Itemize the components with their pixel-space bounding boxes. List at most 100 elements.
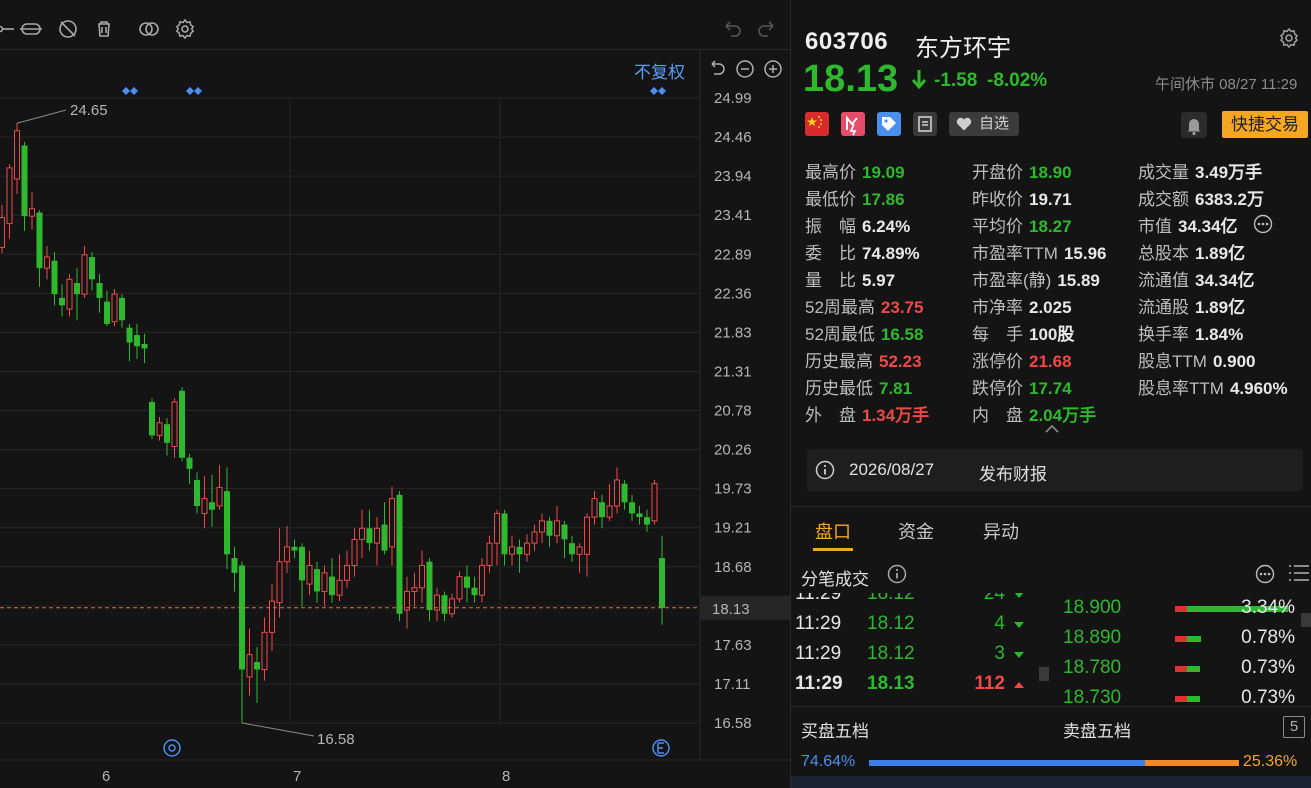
stat-item: 市净率 2.025 bbox=[972, 293, 1072, 318]
candle-body bbox=[494, 512, 500, 544]
stat-label: 振 幅 bbox=[805, 217, 856, 236]
stock-code: 603706 bbox=[805, 28, 889, 55]
candle-body bbox=[404, 590, 410, 611]
candle-body bbox=[59, 297, 65, 306]
zoom-in-icon[interactable] bbox=[762, 58, 784, 80]
depth-bar bbox=[1175, 636, 1202, 642]
tick-time: 11:29 bbox=[795, 643, 842, 664]
ticks-viewport[interactable]: 11:29 18.12 24 11:29 18.12 4 11:29 18.12 3 11:29 1… bbox=[791, 593, 1311, 705]
tab-capital[interactable]: 资金 bbox=[898, 518, 934, 544]
candle-body bbox=[486, 542, 493, 566]
candle-body bbox=[314, 569, 320, 592]
candle-body bbox=[51, 260, 58, 295]
stat-value: 1.89亿 bbox=[1195, 298, 1246, 317]
candle-body bbox=[344, 564, 350, 581]
ask-ratio: 25.36% bbox=[1243, 753, 1298, 770]
candle-body bbox=[6, 167, 13, 225]
tab-order-book[interactable]: 盘口 bbox=[815, 518, 851, 544]
candle-body bbox=[89, 257, 95, 280]
info-icon[interactable] bbox=[887, 564, 907, 584]
tag-icon[interactable] bbox=[877, 112, 901, 136]
candle-body bbox=[456, 576, 463, 600]
candle-body bbox=[179, 390, 185, 458]
tick-row: 11:29 18.12 24 bbox=[791, 593, 1051, 613]
zoom-out-icon[interactable] bbox=[734, 58, 756, 80]
candle-body bbox=[614, 479, 620, 507]
high-annotation-line bbox=[16, 109, 67, 124]
china-flag-icon bbox=[805, 112, 829, 136]
stat-label: 外 盘 bbox=[805, 406, 856, 425]
high-annotation: 24.65 bbox=[70, 102, 108, 119]
info-icon bbox=[815, 460, 835, 480]
stat-value: 3.49万手 bbox=[1195, 163, 1263, 182]
more-icon[interactable] bbox=[1255, 564, 1275, 584]
candle-body bbox=[389, 498, 395, 548]
candle-body bbox=[254, 662, 260, 670]
stat-value: 18.27 bbox=[1029, 217, 1072, 236]
event-marker bbox=[658, 87, 666, 95]
stat-value: 15.96 bbox=[1063, 244, 1107, 263]
ticks-scrollbar[interactable] bbox=[1039, 667, 1049, 681]
candle-body bbox=[81, 254, 88, 295]
earnings-notice[interactable]: 2026/08/27 发布财报 bbox=[807, 449, 1303, 491]
current-price-tag-label: 18.13 bbox=[712, 601, 750, 618]
candle-body bbox=[306, 564, 313, 585]
stat-label: 市盈率TTM bbox=[972, 244, 1058, 263]
candle-body bbox=[119, 297, 125, 321]
bell-icon[interactable] bbox=[1181, 112, 1207, 138]
margin-trading-icon[interactable] bbox=[841, 112, 865, 136]
candle-body bbox=[516, 546, 523, 555]
price-change: -1.58 bbox=[934, 70, 978, 91]
tab-anomaly[interactable]: 异动 bbox=[983, 518, 1019, 544]
triangle-down-icon bbox=[1014, 622, 1024, 628]
reset-zoom-icon[interactable] bbox=[706, 58, 728, 80]
price-tick-label: 22.36 bbox=[714, 285, 752, 302]
chevron-up-icon[interactable] bbox=[1043, 422, 1061, 434]
level-selector[interactable]: 5 bbox=[1283, 716, 1305, 738]
adjust-toggle[interactable]: 不复权 bbox=[634, 58, 685, 83]
stat-value: 52.23 bbox=[879, 352, 922, 371]
search-icon bbox=[163, 739, 181, 757]
stat-label: 历史最高 bbox=[805, 352, 873, 371]
candlestick-chart[interactable]: 24.99 24.46 23.94 23.41 22.89 22.36 21.83 21.31… bbox=[0, 0, 790, 788]
list-icon[interactable] bbox=[1287, 562, 1311, 584]
candle-body bbox=[194, 479, 200, 506]
event-marker bbox=[650, 87, 658, 95]
gear-icon[interactable] bbox=[1277, 26, 1301, 50]
heart-icon bbox=[955, 115, 973, 133]
bid-title: 买盘五档 bbox=[801, 722, 869, 741]
price-tick-label: 24.46 bbox=[714, 129, 752, 146]
price-tick-label: 20.26 bbox=[714, 442, 752, 459]
event-marker bbox=[194, 87, 202, 95]
add-watchlist-button[interactable]: 自选 bbox=[949, 112, 1019, 136]
candle-body bbox=[239, 565, 245, 670]
quick-trade-button[interactable]: 快捷交易 bbox=[1222, 111, 1308, 138]
price-tick-label: 17.11 bbox=[714, 676, 750, 693]
candle-body bbox=[524, 542, 530, 555]
more-icon[interactable] bbox=[1253, 214, 1273, 234]
stat-item: 内 盘 2.04万手 bbox=[972, 401, 1096, 426]
candle-body bbox=[14, 130, 20, 180]
event-marker bbox=[130, 87, 138, 95]
stat-label: 流通股 bbox=[1138, 298, 1189, 317]
event-marker bbox=[186, 87, 194, 95]
stat-value: 100股 bbox=[1029, 325, 1075, 344]
event-marker bbox=[122, 87, 130, 95]
chart-panel: 24.99 24.46 23.94 23.41 22.89 22.36 21.83 21.31… bbox=[0, 0, 790, 788]
bookmark-icon[interactable] bbox=[913, 112, 937, 136]
stat-label: 市值 bbox=[1138, 217, 1172, 236]
candle-body bbox=[216, 486, 223, 507]
candle-body bbox=[509, 546, 515, 555]
candle-body bbox=[629, 502, 635, 514]
stat-item: 股息率TTM 4.960% bbox=[1138, 374, 1288, 399]
bid-ratio-bar bbox=[869, 760, 1146, 766]
stat-item: 昨收价 19.71 bbox=[972, 185, 1072, 210]
stat-label: 量 比 bbox=[805, 271, 856, 290]
stat-label: 市盈率(静) bbox=[972, 271, 1052, 290]
depth-scrollbar[interactable] bbox=[1301, 613, 1311, 627]
candle-body bbox=[621, 483, 628, 503]
stat-item: 换手率 1.84% bbox=[1138, 320, 1243, 345]
tick-price: 18.12 bbox=[867, 593, 915, 604]
depth-price: 18.780 bbox=[1063, 657, 1122, 678]
stat-label: 昨收价 bbox=[972, 190, 1023, 209]
